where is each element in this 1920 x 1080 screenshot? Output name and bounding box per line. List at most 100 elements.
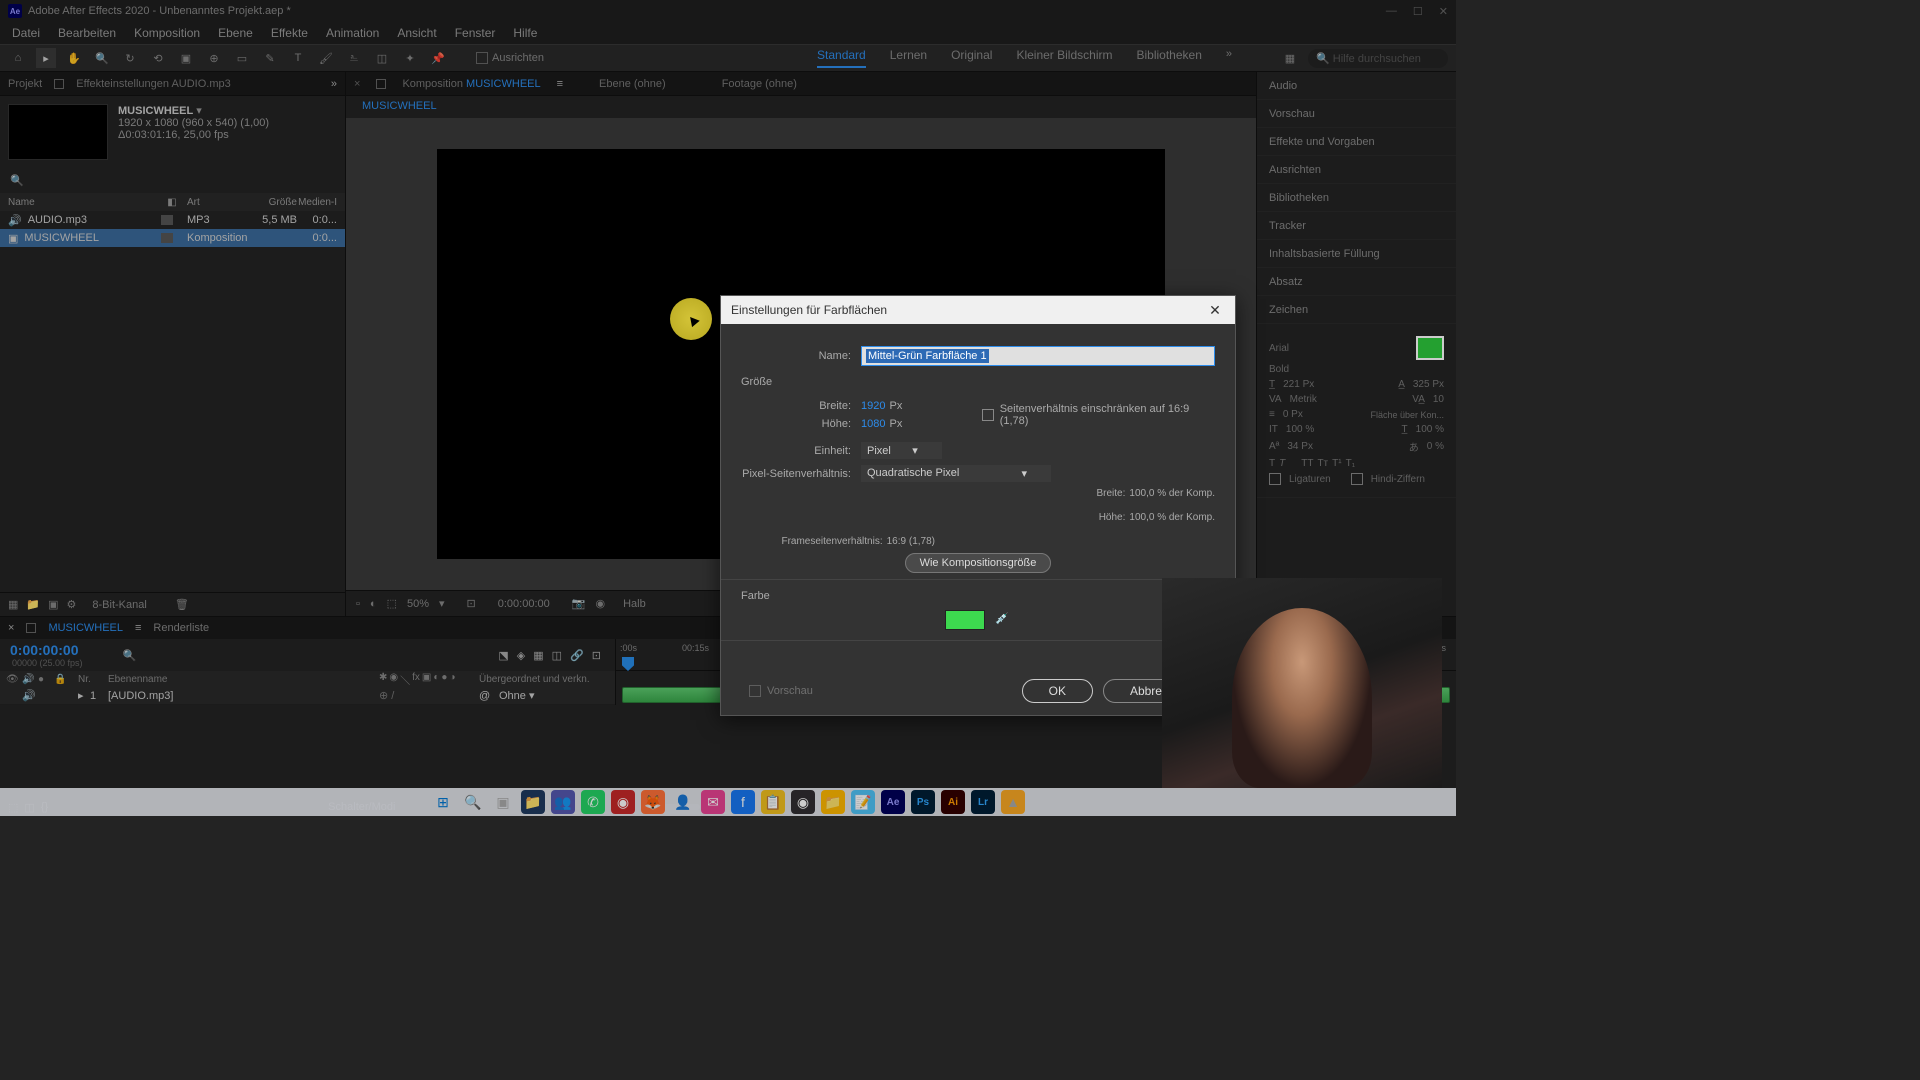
tl-tab-menu-icon[interactable]: ≡ bbox=[135, 622, 141, 634]
close-tl-tab-icon[interactable]: × bbox=[8, 622, 14, 634]
timecode-display[interactable]: 0:00:00:00 bbox=[498, 598, 550, 610]
project-row-audio[interactable]: 🔊 AUDIO.mp3 MP3 5,5 MB 0:0... bbox=[0, 211, 345, 229]
bold-icon[interactable]: T bbox=[1269, 458, 1275, 469]
tab-menu-icon[interactable]: ≡ bbox=[557, 78, 563, 90]
dialog-close-icon[interactable]: ✕ bbox=[1205, 302, 1225, 319]
project-settings-icon[interactable]: ⚙ bbox=[67, 598, 77, 611]
magnify-icon[interactable]: ▫ bbox=[356, 598, 360, 610]
width-value[interactable]: 1920 bbox=[861, 400, 885, 412]
search-taskbar-icon[interactable]: 🔍 bbox=[461, 790, 485, 814]
panel-tracker[interactable]: Tracker bbox=[1257, 212, 1456, 240]
menu-ansicht[interactable]: Ansicht bbox=[389, 24, 444, 42]
alpha-icon[interactable]: ◐ bbox=[370, 598, 377, 610]
pickwhip-icon[interactable]: @ bbox=[479, 690, 499, 702]
label-color-icon[interactable] bbox=[161, 233, 173, 243]
rotate-tool-icon[interactable]: ⟲ bbox=[148, 48, 168, 68]
font-name[interactable]: Arial bbox=[1269, 343, 1408, 354]
parent-dropdown[interactable]: Ohne ▾ bbox=[499, 689, 609, 702]
mask-icon[interactable]: ⬚ bbox=[387, 597, 397, 610]
name-input[interactable]: Mittel-Grün Farbfläche 1 bbox=[861, 346, 1215, 366]
maximize-icon[interactable]: ☐ bbox=[1413, 5, 1423, 18]
comp-thumbnail[interactable] bbox=[8, 104, 108, 160]
playhead[interactable] bbox=[622, 657, 634, 671]
new-comp-icon[interactable]: ▣ bbox=[48, 598, 58, 611]
tl-toggle-icon[interactable]: ⬔ bbox=[498, 649, 508, 662]
bit-depth-label[interactable]: 8-Bit-Kanal bbox=[92, 599, 146, 611]
workspace-grid-icon[interactable]: ▦ bbox=[1280, 48, 1300, 68]
panel-content-aware[interactable]: Inhaltsbasierte Füllung bbox=[1257, 240, 1456, 268]
solid-color-swatch[interactable] bbox=[945, 610, 985, 630]
switch-icon[interactable]: ▣ bbox=[422, 672, 431, 687]
workspace-lernen[interactable]: Lernen bbox=[890, 48, 927, 68]
whatsapp-icon[interactable]: ✆ bbox=[581, 790, 605, 814]
lock-ratio-checkbox[interactable] bbox=[982, 409, 994, 421]
menu-datei[interactable]: Datei bbox=[4, 24, 48, 42]
snap-checkbox[interactable] bbox=[476, 52, 488, 64]
tab-effect-settings[interactable]: Effekteinstellungen AUDIO.mp3 bbox=[76, 78, 231, 90]
zoom-tool-icon[interactable]: 🔍 bbox=[92, 48, 112, 68]
comp-breadcrumb[interactable]: MUSICWHEEL bbox=[346, 96, 1256, 118]
after-effects-icon[interactable]: Ae bbox=[881, 790, 905, 814]
interpret-footage-icon[interactable]: ▦ bbox=[8, 598, 18, 611]
header-size[interactable]: Größe bbox=[257, 197, 297, 208]
panel-audio[interactable]: Audio bbox=[1257, 72, 1456, 100]
search-help-input[interactable]: 🔍 Hilfe durchsuchen bbox=[1308, 49, 1448, 68]
app-icon[interactable]: 👤 bbox=[671, 790, 695, 814]
folder-icon[interactable]: 📁 bbox=[821, 790, 845, 814]
tl-toggle-icon[interactable]: ⊡ bbox=[592, 649, 601, 662]
frame-icon[interactable]: ⊡ bbox=[467, 597, 476, 610]
channels-icon[interactable]: ◉ bbox=[595, 597, 605, 610]
firefox-icon[interactable]: 🦊 bbox=[641, 790, 665, 814]
switch-icon[interactable]: ◉ bbox=[389, 672, 398, 687]
unit-select[interactable]: Pixel ▾ bbox=[861, 442, 942, 459]
tl-search-icon[interactable]: 🔍 bbox=[123, 649, 137, 662]
tl-layer-row[interactable]: 🔊 ▸ 1 [AUDIO.mp3] ⊕ / @ Ohne ▾ bbox=[0, 687, 615, 705]
ok-button[interactable]: OK bbox=[1022, 679, 1093, 703]
notepad-icon[interactable]: 📝 bbox=[851, 790, 875, 814]
subscript-icon[interactable]: T₁ bbox=[1346, 458, 1355, 469]
header-label-icon[interactable]: ◧ bbox=[157, 197, 187, 208]
workspace-standard[interactable]: Standard bbox=[817, 48, 866, 68]
fill-color-swatch[interactable] bbox=[1416, 336, 1444, 360]
puppet-tool-icon[interactable]: 📌 bbox=[428, 48, 448, 68]
font-style[interactable]: Bold bbox=[1269, 364, 1289, 375]
panel-align[interactable]: Ausrichten bbox=[1257, 156, 1456, 184]
trash-icon[interactable]: 🗑 bbox=[175, 598, 189, 611]
workspace-original[interactable]: Original bbox=[951, 48, 992, 68]
audio-toggle[interactable]: 🔊 bbox=[22, 689, 38, 702]
menu-bearbeiten[interactable]: Bearbeiten bbox=[50, 24, 124, 42]
tab-footage[interactable]: Footage (ohne) bbox=[722, 78, 797, 90]
panel-paragraph[interactable]: Absatz bbox=[1257, 268, 1456, 296]
label-color-icon[interactable] bbox=[161, 215, 173, 225]
explorer-icon[interactable]: 📁 bbox=[521, 790, 545, 814]
pen-tool-icon[interactable]: ✎ bbox=[260, 48, 280, 68]
dialog-titlebar[interactable]: Einstellungen für Farbflächen ✕ bbox=[721, 296, 1235, 324]
workspace-klein[interactable]: Kleiner Bildschirm bbox=[1016, 48, 1112, 68]
close-icon[interactable]: ✕ bbox=[1439, 5, 1448, 18]
switch-icon[interactable]: ◐ bbox=[433, 672, 439, 687]
resolution-value[interactable]: Halb bbox=[623, 598, 646, 610]
menu-effekte[interactable]: Effekte bbox=[263, 24, 316, 42]
chevron-down-icon[interactable]: ▾ bbox=[196, 105, 202, 117]
solo-col-icon[interactable]: ● bbox=[38, 674, 54, 685]
switch-icon[interactable]: ● bbox=[441, 672, 447, 687]
photoshop-icon[interactable]: Ps bbox=[911, 790, 935, 814]
close-tab-icon[interactable]: × bbox=[354, 78, 360, 90]
tl-toggle-icon[interactable]: ◈ bbox=[517, 649, 525, 662]
header-type[interactable]: Art bbox=[187, 197, 257, 208]
switch-icon[interactable]: ＼ bbox=[400, 672, 410, 687]
menu-ebene[interactable]: Ebene bbox=[210, 24, 261, 42]
shape-tool-icon[interactable]: ▭ bbox=[232, 48, 252, 68]
app-icon[interactable]: 📋 bbox=[761, 790, 785, 814]
chevron-down-icon[interactable]: ▾ bbox=[439, 597, 445, 610]
menu-hilfe[interactable]: Hilfe bbox=[505, 24, 545, 42]
zoom-value[interactable]: 50% bbox=[407, 598, 429, 610]
audio-col-icon[interactable]: 🔊 bbox=[22, 674, 38, 685]
workspace-overflow-icon[interactable]: » bbox=[1226, 48, 1232, 68]
start-icon[interactable]: ⊞ bbox=[431, 790, 455, 814]
panel-character[interactable]: Zeichen bbox=[1257, 296, 1456, 324]
tab-layer[interactable]: Ebene (ohne) bbox=[599, 78, 666, 90]
allcaps-icon[interactable]: TT bbox=[1301, 458, 1313, 469]
obs-icon[interactable]: ◉ bbox=[791, 790, 815, 814]
app-icon[interactable]: ◉ bbox=[611, 790, 635, 814]
